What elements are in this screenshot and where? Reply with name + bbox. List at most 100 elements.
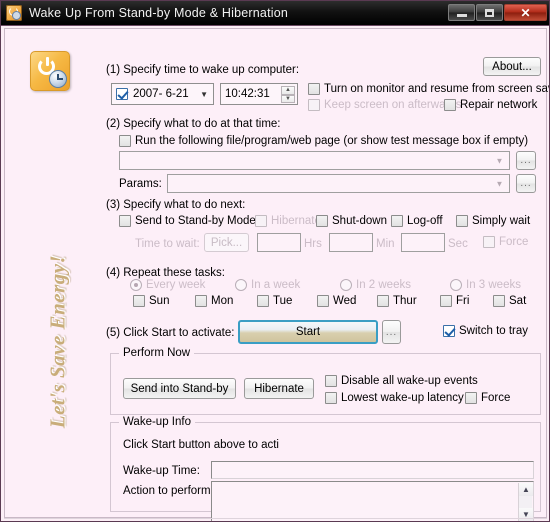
spinner-down-icon[interactable]: ▼ <box>281 94 295 103</box>
repair-network-row[interactable]: Repair network <box>444 99 537 111</box>
inner-frame: Let's Save Energy! About... (1) Specify … <box>4 28 549 521</box>
day-mon-checkbox[interactable] <box>195 295 207 307</box>
in-3-weeks-radio <box>450 279 462 291</box>
day-sun-row[interactable]: Sun <box>133 295 169 307</box>
params-combo[interactable]: ▼ <box>167 174 510 193</box>
day-sun-label: Sun <box>149 295 170 307</box>
wakeup-date-value: 2007- 6-21 <box>133 88 189 100</box>
simply-wait-row[interactable]: Simply wait <box>456 215 530 227</box>
monitor-resume-row[interactable]: Turn on monitor and resume from screen s… <box>308 83 550 95</box>
minimize-icon <box>456 13 467 17</box>
send-into-standby-button[interactable]: Send into Stand-by <box>123 378 236 399</box>
lowest-latency-label: Lowest wake-up latency <box>341 392 464 404</box>
monitor-resume-checkbox[interactable] <box>308 83 320 95</box>
logoff-label: Log-off <box>407 215 443 227</box>
in-3-weeks-row: In 3 weeks <box>450 279 521 291</box>
chevron-down-icon[interactable]: ▼ <box>200 90 208 99</box>
hibernate-checkbox <box>255 215 267 227</box>
standby-mode-row[interactable]: Send to Stand-by Mode <box>119 215 256 227</box>
every-week-row: Every week <box>130 279 205 291</box>
perform-force-label: Force <box>481 392 511 404</box>
keep-screen-checkbox <box>308 99 320 111</box>
simply-wait-checkbox[interactable] <box>456 215 468 227</box>
lowest-latency-checkbox[interactable] <box>325 392 337 404</box>
wakeup-time-label: Wake-up Time: <box>123 465 200 477</box>
time-spinner[interactable]: ▲ ▼ <box>281 86 295 103</box>
day-mon-row[interactable]: Mon <box>195 295 233 307</box>
step2-label: (2) Specify what to do at that time: <box>106 118 281 130</box>
day-wed-row[interactable]: Wed <box>317 295 356 307</box>
time-to-wait-label: Time to wait: <box>135 238 200 250</box>
minutes-input[interactable] <box>329 233 373 252</box>
keep-screen-row: Keep screen on afterwards <box>308 99 461 111</box>
file-path-combo[interactable]: ▼ <box>119 151 510 170</box>
perform-force-checkbox[interactable] <box>465 392 477 404</box>
day-tue-row[interactable]: Tue <box>257 295 292 307</box>
day-thur-row[interactable]: Thur <box>377 295 417 307</box>
lowest-latency-row[interactable]: Lowest wake-up latency <box>325 392 464 404</box>
step5-label: (5) Click Start to activate: <box>106 327 235 339</box>
chevron-down-icon[interactable]: ▼ <box>492 153 507 168</box>
action-to-perform-label: Action to perform: <box>123 485 214 497</box>
day-sat-row[interactable]: Sat <box>493 295 526 307</box>
pick-time-button: Pick... <box>204 233 249 252</box>
day-fri-label: Fri <box>456 295 470 307</box>
power-clock-icon <box>6 5 22 21</box>
hours-input[interactable] <box>257 233 301 252</box>
run-file-row[interactable]: Run the following file/program/web page … <box>119 135 528 147</box>
in-a-week-row: In a week <box>235 279 300 291</box>
maximize-button[interactable] <box>476 4 503 21</box>
day-fri-checkbox[interactable] <box>440 295 452 307</box>
wakeup-info-title: Wake-up Info <box>119 416 195 428</box>
maximize-icon <box>485 8 494 17</box>
wakeup-date-picker[interactable]: 2007- 6-21 ▼ <box>111 83 214 105</box>
sidebar: Let's Save Energy! <box>5 29 105 517</box>
wakeup-info-group: Wake-up Info Click Start button above to… <box>110 416 541 521</box>
day-thur-checkbox[interactable] <box>377 295 389 307</box>
chevron-down-icon[interactable]: ▼ <box>492 176 507 191</box>
switch-to-tray-checkbox[interactable] <box>443 325 455 337</box>
wakeup-time-value: 10:42:31 <box>225 88 270 100</box>
file-browse-button[interactable]: ... <box>516 151 536 170</box>
switch-to-tray-label: Switch to tray <box>459 325 529 337</box>
send-standby-checkbox[interactable] <box>119 215 131 227</box>
switch-to-tray-row[interactable]: Switch to tray <box>443 325 528 337</box>
shutdown-row[interactable]: Shut-down <box>316 215 387 227</box>
perform-force-row[interactable]: Force <box>465 392 510 404</box>
day-sun-checkbox[interactable] <box>133 295 145 307</box>
app-power-clock-icon <box>30 51 70 91</box>
shutdown-checkbox[interactable] <box>316 215 328 227</box>
window-title: Wake Up From Stand-by Mode & Hibernation <box>29 6 289 20</box>
close-button[interactable]: ✕ <box>504 4 547 21</box>
logoff-checkbox[interactable] <box>391 215 403 227</box>
run-file-checkbox[interactable] <box>119 135 131 147</box>
logoff-row[interactable]: Log-off <box>391 215 443 227</box>
seconds-input[interactable] <box>401 233 445 252</box>
clock-face-icon <box>49 70 67 88</box>
day-sat-checkbox[interactable] <box>493 295 505 307</box>
in-a-week-label: In a week <box>251 279 301 291</box>
monitor-resume-label: Turn on monitor and resume from screen s… <box>324 83 550 95</box>
minimize-button[interactable] <box>448 4 475 21</box>
repair-network-checkbox[interactable] <box>444 99 456 111</box>
day-wed-checkbox[interactable] <box>317 295 329 307</box>
day-mon-label: Mon <box>211 295 234 307</box>
wakeup-time-picker[interactable]: 10:42:31 ▲ ▼ <box>220 83 298 105</box>
date-enable-checkbox[interactable] <box>116 88 128 100</box>
action-scrollbar[interactable]: ▲ ▼ <box>518 483 533 521</box>
start-options-button[interactable]: ... <box>382 320 401 344</box>
hibernate-now-button[interactable]: Hibernate <box>244 378 314 399</box>
disable-events-row[interactable]: Disable all wake-up events <box>325 375 478 387</box>
day-fri-row[interactable]: Fri <box>440 295 469 307</box>
hibernate-row: Hibernate <box>255 215 321 227</box>
about-button[interactable]: About... <box>483 57 541 76</box>
disable-wakeup-events-label: Disable all wake-up events <box>341 375 478 387</box>
main-content: About... (1) Specify time to wake up com… <box>105 29 549 521</box>
scroll-up-icon[interactable]: ▲ <box>519 483 533 496</box>
spinner-up-icon[interactable]: ▲ <box>281 86 295 95</box>
params-browse-button[interactable]: ... <box>516 174 536 193</box>
start-button[interactable]: Start <box>238 320 378 344</box>
disable-wakeup-events-checkbox[interactable] <box>325 375 337 387</box>
in-2-weeks-radio <box>340 279 352 291</box>
day-tue-checkbox[interactable] <box>257 295 269 307</box>
